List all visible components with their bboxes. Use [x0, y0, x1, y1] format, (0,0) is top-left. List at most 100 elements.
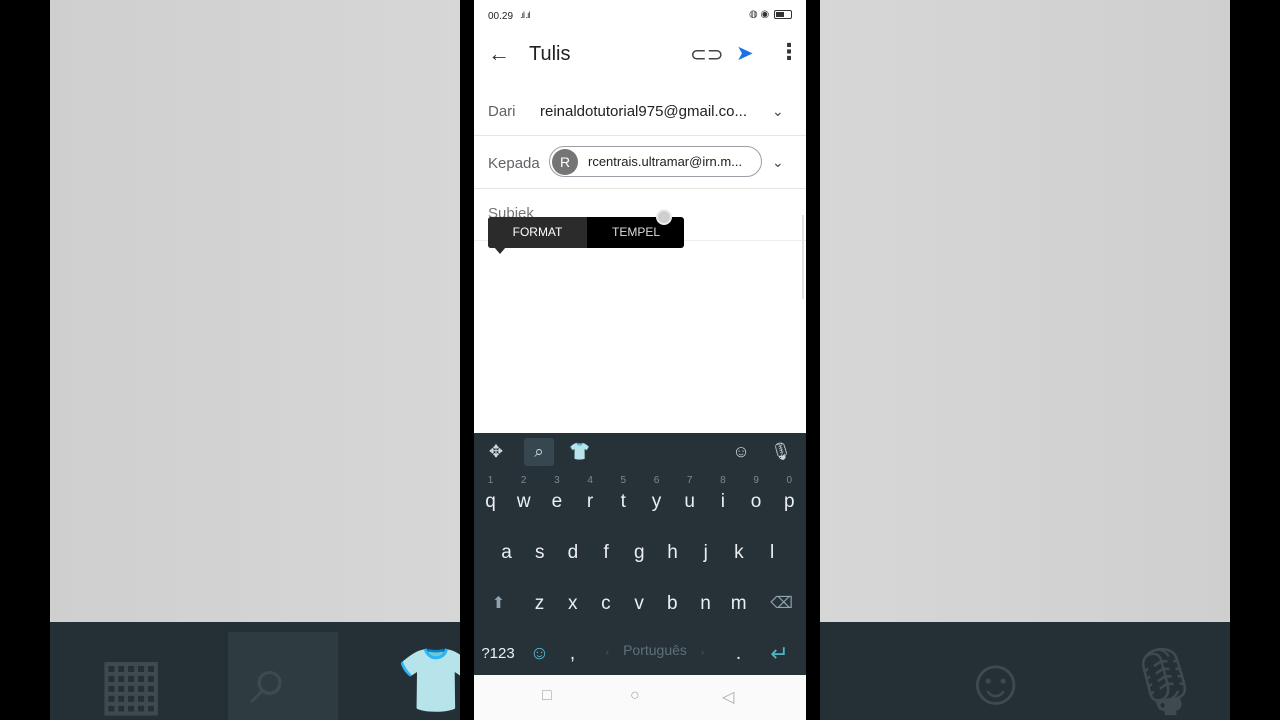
space-bar-label: Português [623, 642, 687, 658]
backspace-key[interactable]: ⌫ [765, 575, 798, 625]
key-hint: 4 [587, 475, 593, 486]
send-icon[interactable]: ➤ [736, 41, 754, 66]
phone-screen: 00.29 .ıl .ıl ◍ ◉ ← Tulis ⊂⊃ ➤ ⋮ Dari re… [474, 0, 806, 720]
status-icons: ◍ ◉ [749, 9, 792, 20]
blurred-apps-icon: ▦ [98, 644, 165, 720]
arrow-left-icon[interactable]: ← [488, 41, 510, 67]
recipient-email: rcentrais.ultramar@irn.m... [588, 154, 743, 169]
keyboard: ✥ ⌕ 👕 ☺ 🎙 1q2w3e4r5t6y7u8i9o0p asdfghjkl… [474, 433, 806, 675]
key-f[interactable]: f [590, 524, 623, 574]
avatar: R [552, 149, 578, 175]
recipient-chip[interactable]: R rcentrais.ultramar@irn.m... [549, 146, 762, 177]
battery-icon [774, 9, 792, 19]
text-selection-popup: FORMAT TEMPEL [488, 217, 684, 254]
key-hint: 7 [686, 475, 693, 486]
blurred-search-icon: ⌕ [250, 640, 290, 718]
key-hint: 5 [620, 475, 627, 486]
from-label: Dari [488, 103, 516, 120]
screen-recording-frame: ▦ ⌕ 👕 ☺ 🎙 00.29 .ıl .ıl ◍ ◉ ← Tulis ⊂⊃ ➤ [0, 0, 1280, 720]
key-n[interactable]: n [689, 575, 722, 625]
key-label: w [516, 491, 531, 512]
key-l[interactable]: l [756, 524, 789, 574]
shift-key[interactable]: ⬆ [482, 575, 515, 625]
key-label: u [684, 491, 695, 512]
theme-shirt-icon[interactable]: 👕 [565, 438, 595, 466]
key-hint: 3 [554, 475, 560, 486]
key-r[interactable]: 4r [574, 473, 607, 523]
apps-icon[interactable]: ✥ [481, 438, 511, 466]
signal-icon: .ıl .ıl [520, 10, 530, 20]
space-bar[interactable]: ‹ Português › [584, 625, 726, 675]
scrollbar[interactable] [802, 215, 804, 299]
from-value[interactable]: reinaldotutorial975@gmail.co... [540, 103, 754, 120]
key-hint: 2 [520, 475, 527, 486]
key-label: t [620, 491, 626, 512]
period-key[interactable]: . [722, 625, 755, 675]
key-z[interactable]: z [523, 575, 556, 625]
chevron-right-icon: › [700, 647, 705, 658]
back-triangle-icon[interactable]: ◁ [722, 687, 734, 707]
key-label: e [551, 491, 563, 512]
recents-square-icon[interactable]: □ [542, 687, 552, 705]
keyboard-toolbar: ✥ ⌕ 👕 ☺ 🎙 [474, 433, 806, 471]
app-bar: ← Tulis ⊂⊃ ➤ ⋮ [474, 34, 806, 76]
key-j[interactable]: j [689, 524, 722, 574]
to-label: Kepada [488, 155, 540, 172]
blurred-mic-icon: 🎙 [1122, 644, 1206, 718]
paperclip-icon[interactable]: ⊂⊃ [690, 42, 724, 67]
to-row[interactable]: Kepada R rcentrais.ultramar@irn.m... ⌄ [474, 136, 806, 189]
chevron-down-icon[interactable]: ⌄ [772, 154, 784, 171]
more-vert-icon[interactable]: ⋮ [778, 39, 800, 65]
key-i[interactable]: 8i [706, 473, 739, 523]
key-hint: 9 [753, 475, 759, 486]
navigation-bar: □ ○ ◁ [474, 675, 806, 720]
chevron-down-icon[interactable]: ⌄ [772, 103, 784, 120]
emoji-icon[interactable]: ☺ [523, 625, 556, 675]
key-e[interactable]: 3e [540, 473, 573, 523]
symbols-key[interactable]: ?123 [478, 625, 518, 675]
key-s[interactable]: s [523, 524, 556, 574]
key-label: o [750, 491, 762, 512]
key-q[interactable]: 1q [474, 473, 507, 523]
enter-key[interactable]: ↵ [763, 625, 796, 675]
key-h[interactable]: h [656, 524, 689, 574]
key-g[interactable]: g [623, 524, 656, 574]
key-o[interactable]: 9o [740, 473, 773, 523]
from-row[interactable]: Dari reinaldotutorial975@gmail.co... ⌄ [474, 86, 806, 136]
sticker-icon[interactable]: ☺ [726, 438, 756, 466]
page-title: Tulis [529, 43, 571, 65]
key-y[interactable]: 6y [640, 473, 673, 523]
key-a[interactable]: a [490, 524, 523, 574]
key-label: q [485, 491, 496, 512]
key-row-1: 1q2w3e4r5t6y7u8i9o0p [474, 473, 806, 523]
touch-indicator [656, 209, 672, 225]
blurred-sticker-icon: ☺ [962, 644, 1030, 718]
key-label: r [586, 491, 594, 512]
key-label: p [784, 491, 795, 512]
phone-frame: 00.29 .ıl .ıl ◍ ◉ ← Tulis ⊂⊃ ➤ ⋮ Dari re… [460, 0, 820, 720]
key-t[interactable]: 5t [607, 473, 640, 523]
key-b[interactable]: b [656, 575, 689, 625]
status-bar: 00.29 .ıl .ıl ◍ ◉ [474, 0, 806, 34]
key-label: i [720, 491, 725, 512]
key-row-3: ⬆ ⌫ zxcvbnm [474, 575, 806, 625]
key-label: y [651, 491, 662, 512]
status-indicators-icon: ◍ ◉ [748, 9, 770, 20]
mic-icon[interactable]: 🎙 [766, 438, 796, 466]
key-k[interactable]: k [722, 524, 755, 574]
key-m[interactable]: m [722, 575, 755, 625]
format-button[interactable]: FORMAT [488, 217, 587, 248]
key-hint: 8 [720, 475, 726, 486]
key-w[interactable]: 2w [507, 473, 540, 523]
key-v[interactable]: v [623, 575, 656, 625]
key-x[interactable]: x [556, 575, 589, 625]
key-p[interactable]: 0p [773, 473, 806, 523]
key-row-4: ?123 ☺ , ‹ Português › . ↵ [474, 625, 806, 675]
key-d[interactable]: d [556, 524, 589, 574]
key-c[interactable]: c [589, 575, 622, 625]
key-hint: 6 [653, 475, 660, 486]
key-u[interactable]: 7u [673, 473, 706, 523]
key-hint: 0 [786, 475, 793, 486]
home-circle-icon[interactable]: ○ [630, 687, 640, 705]
search-icon[interactable]: ⌕ [524, 438, 554, 466]
